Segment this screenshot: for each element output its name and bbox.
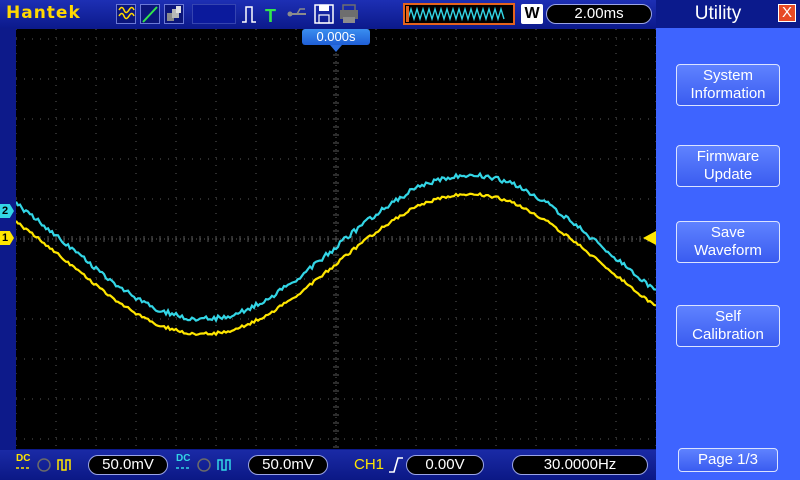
printer-icon bbox=[340, 4, 358, 23]
button-label-line2: Information bbox=[690, 85, 766, 102]
button-label-line1: Self bbox=[715, 308, 741, 325]
trigger-position-readout[interactable]: 0.000s bbox=[302, 29, 370, 52]
trigger-level-readout[interactable]: 0.00V bbox=[406, 455, 484, 475]
ch2-bandwidth-limit-icon bbox=[197, 458, 211, 472]
waveform-screen[interactable] bbox=[15, 29, 657, 449]
window-zoom-button[interactable]: W bbox=[521, 4, 543, 24]
save-waveform-button[interactable]: Save Waveform bbox=[676, 221, 780, 263]
trigger-level-marker[interactable] bbox=[643, 231, 656, 245]
timebase-display[interactable]: 2.00ms bbox=[546, 4, 652, 24]
self-calibration-button[interactable]: Self Calibration bbox=[676, 305, 780, 347]
usb-icon bbox=[287, 8, 306, 17]
ch1-invert-icon bbox=[57, 459, 71, 471]
ch1-status-icons bbox=[16, 458, 71, 472]
vector-line-icon bbox=[142, 6, 158, 23]
button-label-line2: Waveform bbox=[694, 242, 762, 259]
ch2-offset-marker[interactable]: 2 bbox=[0, 204, 14, 218]
save-disk-icon bbox=[314, 4, 334, 24]
button-label-line2: Update bbox=[703, 166, 753, 183]
graticule bbox=[15, 29, 657, 449]
button-label-line1: System bbox=[702, 67, 753, 84]
wave-icon bbox=[118, 6, 135, 20]
pulse-edge-icon bbox=[242, 6, 256, 23]
memory-overview-icon bbox=[403, 3, 515, 25]
button-label-line2: Calibration bbox=[692, 326, 764, 343]
firmware-update-button[interactable]: Firmware Update bbox=[676, 145, 780, 187]
bottom-status-bar: DC 50.0mV DC 50.0mV CH1 0.00V 30.0000Hz bbox=[0, 450, 656, 480]
button-label-line1: Save bbox=[710, 224, 746, 241]
close-icon[interactable]: X bbox=[778, 4, 796, 22]
trigger-source[interactable]: CH1 bbox=[354, 456, 384, 473]
menu-title-text: Utility bbox=[694, 3, 742, 24]
ch2-status-icons bbox=[176, 458, 231, 472]
page-button[interactable]: Page 1/3 bbox=[678, 448, 778, 472]
utility-menu: Utility X System Information Firmware Up… bbox=[656, 0, 800, 480]
persistence-squares-icon bbox=[167, 6, 181, 21]
ch1-bandwidth-limit-icon bbox=[37, 458, 51, 472]
trigger-t-icon: T bbox=[265, 6, 276, 26]
rising-edge-icon bbox=[389, 457, 403, 473]
top-status-bar: Hantek T W 2.00ms bbox=[0, 0, 656, 28]
ch1-offset-marker[interactable]: 1 bbox=[0, 231, 14, 245]
ch2-invert-icon bbox=[217, 459, 231, 471]
ch1-volts-div[interactable]: 50.0mV bbox=[88, 455, 168, 475]
button-label-line1: Firmware bbox=[696, 148, 760, 165]
ch2-volts-div[interactable]: 50.0mV bbox=[248, 455, 328, 475]
frequency-readout: 30.0000Hz bbox=[512, 455, 648, 475]
system-information-button[interactable]: System Information bbox=[676, 64, 780, 106]
